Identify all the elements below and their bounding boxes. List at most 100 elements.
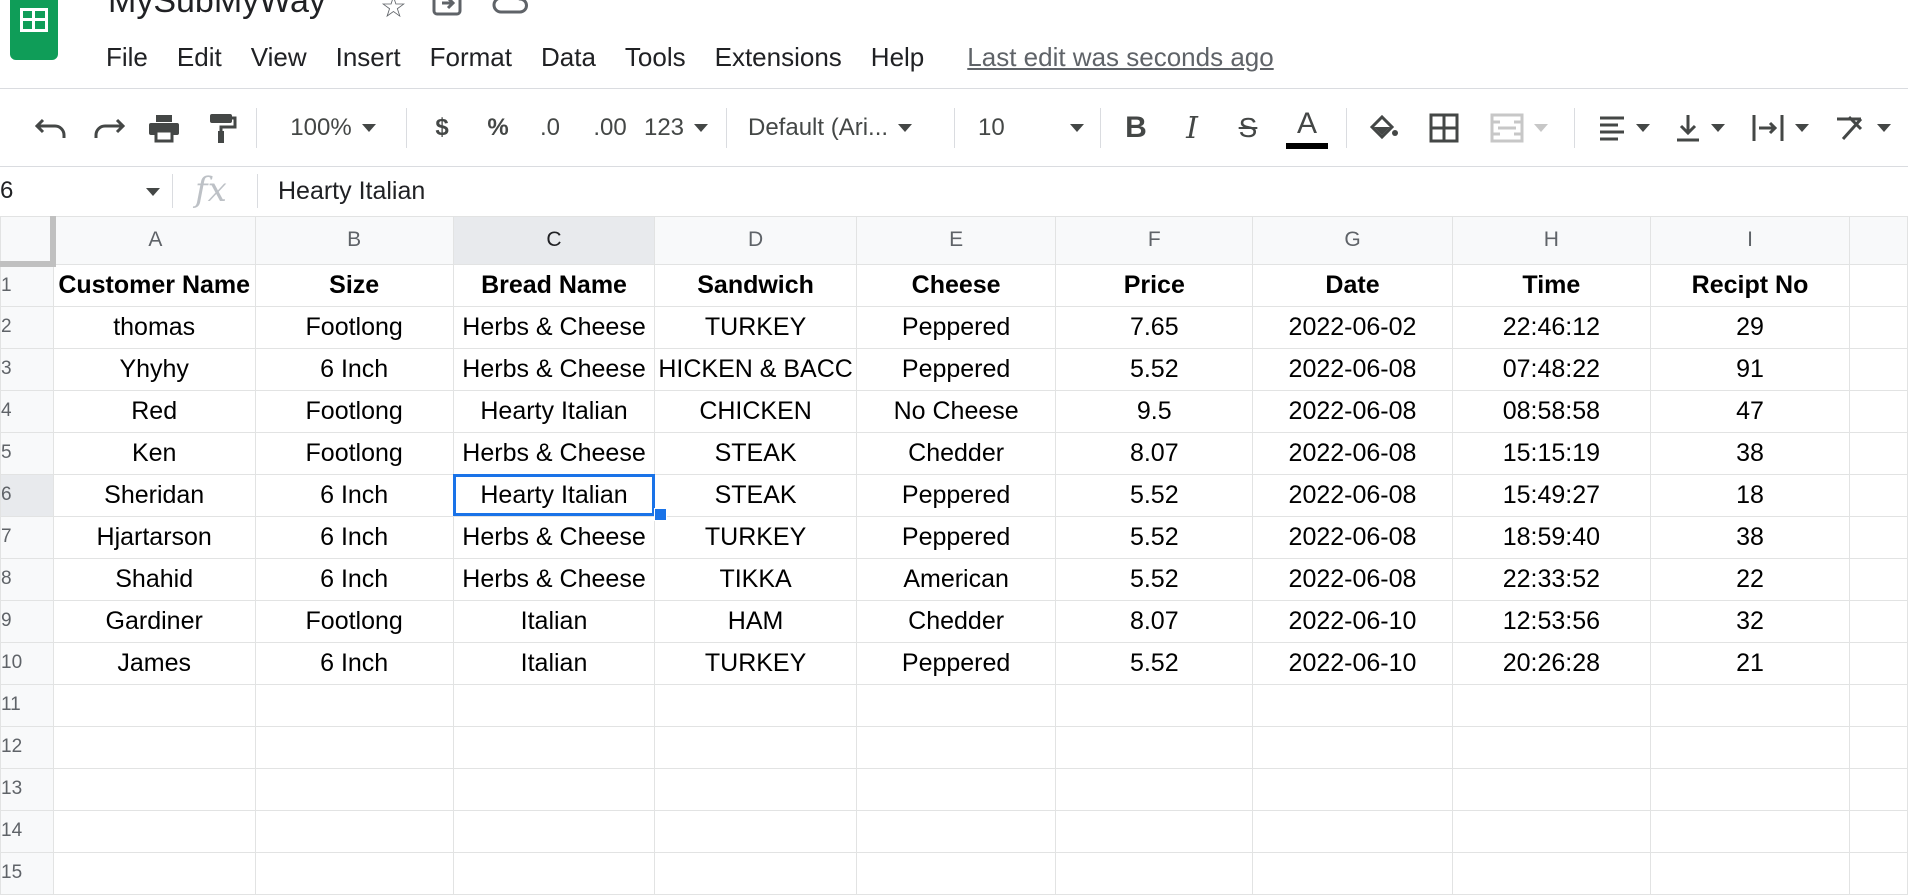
cell[interactable]: Footlong [254, 389, 454, 433]
more-formats-select[interactable]: 123 [642, 98, 710, 158]
cell[interactable]: TURKEY [654, 515, 857, 559]
cell[interactable]: 08:58:58 [1451, 389, 1652, 433]
cell[interactable]: Size [254, 263, 454, 307]
bold-button[interactable]: B [1118, 98, 1154, 158]
cell[interactable]: 5.52 [1055, 515, 1254, 559]
cell[interactable] [1451, 809, 1652, 853]
cell[interactable]: American [855, 557, 1057, 601]
cell[interactable]: Customer Name [52, 263, 256, 307]
cell[interactable]: TURKEY [654, 641, 857, 685]
cell[interactable] [254, 725, 454, 769]
cell[interactable] [654, 851, 857, 895]
cell[interactable] [1849, 347, 1908, 391]
cell[interactable]: Time [1451, 263, 1652, 307]
cell[interactable]: 91 [1650, 347, 1851, 391]
cell[interactable] [1849, 305, 1908, 349]
menu-tools[interactable]: Tools [625, 42, 686, 73]
cell[interactable] [1849, 725, 1908, 769]
row-header[interactable]: 5 [0, 431, 54, 475]
strikethrough-button[interactable]: S [1230, 98, 1266, 158]
cell[interactable]: TIKKA [654, 557, 857, 601]
cell[interactable]: 6 Inch [254, 473, 454, 517]
cell[interactable] [654, 809, 857, 853]
cell[interactable] [52, 683, 256, 727]
cell[interactable] [254, 809, 454, 853]
cell[interactable] [1849, 851, 1908, 895]
zoom-select[interactable]: 100% [278, 98, 388, 158]
text-color-button[interactable]: A [1284, 98, 1330, 158]
column-header[interactable]: A [52, 216, 256, 265]
row-header[interactable]: 11 [0, 683, 54, 727]
column-header[interactable]: H [1451, 216, 1652, 265]
cell[interactable] [254, 767, 454, 811]
cell[interactable] [1650, 683, 1851, 727]
cell[interactable]: Price [1055, 263, 1254, 307]
cell[interactable]: 2022-06-08 [1252, 389, 1453, 433]
cell[interactable]: Chedder [855, 599, 1057, 643]
column-header[interactable]: C [452, 216, 656, 265]
column-header[interactable]: B [254, 216, 454, 265]
cell[interactable]: Peppered [855, 641, 1057, 685]
cell[interactable]: 2022-06-08 [1252, 515, 1453, 559]
cell[interactable] [1650, 809, 1851, 853]
cell[interactable] [254, 683, 454, 727]
cell[interactable] [1849, 515, 1908, 559]
cell[interactable]: Peppered [855, 515, 1057, 559]
cell[interactable] [1055, 725, 1254, 769]
cell[interactable] [1849, 683, 1908, 727]
cell[interactable]: 7.65 [1055, 305, 1254, 349]
cell[interactable]: 2022-06-08 [1252, 557, 1453, 601]
row-header[interactable]: 6 [0, 473, 54, 517]
row-header[interactable]: 2 [0, 305, 54, 349]
cell[interactable] [1849, 557, 1908, 601]
menu-insert[interactable]: Insert [336, 42, 401, 73]
cell[interactable]: Herbs & Cheese [452, 305, 656, 349]
cell[interactable]: Sandwich [654, 263, 857, 307]
cell[interactable] [654, 767, 857, 811]
cell[interactable]: HAM [654, 599, 857, 643]
cell[interactable]: 12:53:56 [1451, 599, 1652, 643]
cell[interactable]: 2022-06-08 [1252, 431, 1453, 475]
cell[interactable] [254, 851, 454, 895]
cell[interactable]: Footlong [254, 431, 454, 475]
cell[interactable] [452, 851, 656, 895]
cell[interactable]: 07:48:22 [1451, 347, 1652, 391]
column-header[interactable]: I [1650, 216, 1851, 265]
cell[interactable] [855, 725, 1057, 769]
cell[interactable]: STEAK [654, 431, 857, 475]
cell[interactable] [1849, 263, 1908, 307]
cell[interactable]: Peppered [855, 305, 1057, 349]
cell[interactable] [654, 683, 857, 727]
cell[interactable]: 6 Inch [254, 557, 454, 601]
cell[interactable]: 5.52 [1055, 557, 1254, 601]
row-header[interactable]: 15 [0, 851, 54, 895]
horizontal-align-icon[interactable] [1592, 98, 1656, 158]
cell[interactable] [52, 851, 256, 895]
cell[interactable]: Footlong [254, 599, 454, 643]
cloud-status-icon[interactable] [492, 0, 528, 24]
cell[interactable]: 5.52 [1055, 641, 1254, 685]
cell[interactable]: Herbs & Cheese [452, 557, 656, 601]
cell[interactable]: 2022-06-10 [1252, 641, 1453, 685]
cell[interactable]: Footlong [254, 305, 454, 349]
cell[interactable]: Herbs & Cheese [452, 431, 656, 475]
column-header[interactable]: D [654, 216, 857, 265]
cell[interactable] [1849, 809, 1908, 853]
cell[interactable]: 15:49:27 [1451, 473, 1652, 517]
menu-extensions[interactable]: Extensions [715, 42, 842, 73]
cell[interactable]: Ken [52, 431, 256, 475]
cell[interactable]: Italian [452, 641, 656, 685]
cell[interactable]: 2022-06-10 [1252, 599, 1453, 643]
decrease-decimal-button[interactable]: .0 [530, 98, 570, 158]
cell[interactable]: No Cheese [855, 389, 1057, 433]
row-header[interactable]: 4 [0, 389, 54, 433]
cell[interactable]: Date [1252, 263, 1453, 307]
cell[interactable]: 5.52 [1055, 347, 1254, 391]
cell[interactable]: Hearty Italian [452, 389, 656, 433]
cell[interactable]: 2022-06-08 [1252, 347, 1453, 391]
cell[interactable]: 22 [1650, 557, 1851, 601]
star-icon[interactable]: ☆ [380, 0, 407, 25]
document-title[interactable]: MySubMyWay [108, 0, 326, 21]
cell[interactable]: 15:15:19 [1451, 431, 1652, 475]
row-header[interactable]: 8 [0, 557, 54, 601]
